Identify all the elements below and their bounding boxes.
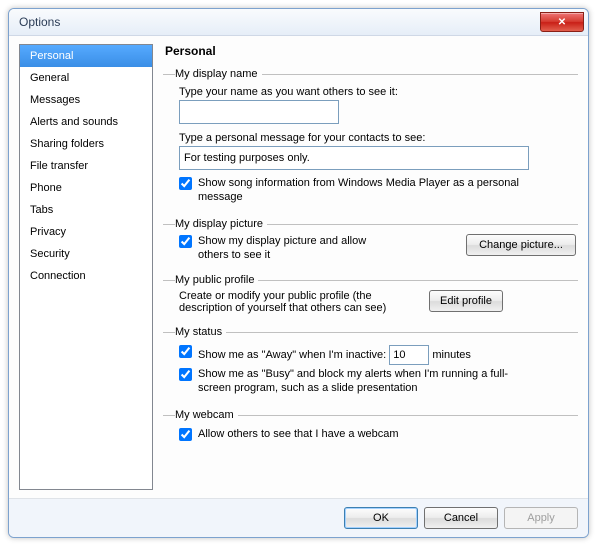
dialog-buttons: OK Cancel Apply — [9, 498, 588, 537]
legend-display-name: My display name — [175, 68, 262, 80]
settings-panel: Personal My display name Type your name … — [163, 44, 578, 490]
group-display-picture: My display picture Show my display pictu… — [163, 218, 578, 264]
legend-status: My status — [175, 326, 226, 338]
legend-public-profile: My public profile — [175, 274, 258, 286]
name-prompt: Type your name as you want others to see… — [179, 86, 576, 98]
message-prompt: Type a personal message for your contact… — [179, 132, 576, 144]
titlebar: Options ✕ — [9, 9, 588, 36]
ok-button[interactable]: OK — [344, 507, 418, 529]
sidebar-item-general[interactable]: General — [20, 67, 152, 89]
apply-button[interactable]: Apply — [504, 507, 578, 529]
legend-webcam: My webcam — [175, 409, 238, 421]
public-profile-desc: Create or modify your public profile (th… — [179, 290, 419, 314]
webcam-checkbox[interactable] — [179, 428, 192, 441]
sidebar-item-phone[interactable]: Phone — [20, 177, 152, 199]
sidebar-item-tabs[interactable]: Tabs — [20, 199, 152, 221]
away-checkbox[interactable] — [179, 345, 192, 358]
sidebar-item-personal[interactable]: Personal — [20, 45, 152, 67]
personal-message-input[interactable] — [179, 146, 529, 170]
page-heading: Personal — [165, 44, 578, 58]
busy-checkbox[interactable] — [179, 368, 192, 381]
webcam-label: Allow others to see that I have a webcam — [198, 427, 399, 441]
away-label: Show me as "Away" when I'm inactive: min… — [198, 344, 471, 365]
edit-profile-button[interactable]: Edit profile — [429, 290, 503, 312]
legend-display-picture: My display picture — [175, 218, 267, 230]
away-minutes-input[interactable] — [389, 345, 429, 365]
busy-label: Show me as "Busy" and block my alerts wh… — [198, 367, 528, 395]
group-public-profile: My public profile Create or modify your … — [163, 274, 578, 316]
show-picture-checkbox[interactable] — [179, 235, 192, 248]
show-song-checkbox[interactable] — [179, 177, 192, 190]
close-button[interactable]: ✕ — [540, 12, 584, 32]
show-song-label: Show song information from Windows Media… — [198, 176, 538, 204]
group-display-name: My display name Type your name as you wa… — [163, 68, 578, 208]
change-picture-button[interactable]: Change picture... — [466, 234, 576, 256]
content-area: Personal General Messages Alerts and sou… — [9, 36, 588, 498]
options-window: Options ✕ Personal General Messages Aler… — [8, 8, 589, 538]
display-name-input[interactable] — [179, 100, 339, 124]
sidebar-item-filetransfer[interactable]: File transfer — [20, 155, 152, 177]
sidebar-item-security[interactable]: Security — [20, 243, 152, 265]
group-webcam: My webcam Allow others to see that I hav… — [163, 409, 578, 445]
sidebar-item-privacy[interactable]: Privacy — [20, 221, 152, 243]
close-icon: ✕ — [558, 17, 566, 28]
window-title: Options — [19, 15, 60, 29]
show-picture-label: Show my display picture and allow others… — [198, 234, 398, 262]
category-list: Personal General Messages Alerts and sou… — [19, 44, 153, 490]
sidebar-item-connection[interactable]: Connection — [20, 265, 152, 287]
group-status: My status Show me as "Away" when I'm ina… — [163, 326, 578, 399]
sidebar-item-alerts[interactable]: Alerts and sounds — [20, 111, 152, 133]
cancel-button[interactable]: Cancel — [424, 507, 498, 529]
sidebar-item-sharing[interactable]: Sharing folders — [20, 133, 152, 155]
sidebar-item-messages[interactable]: Messages — [20, 89, 152, 111]
